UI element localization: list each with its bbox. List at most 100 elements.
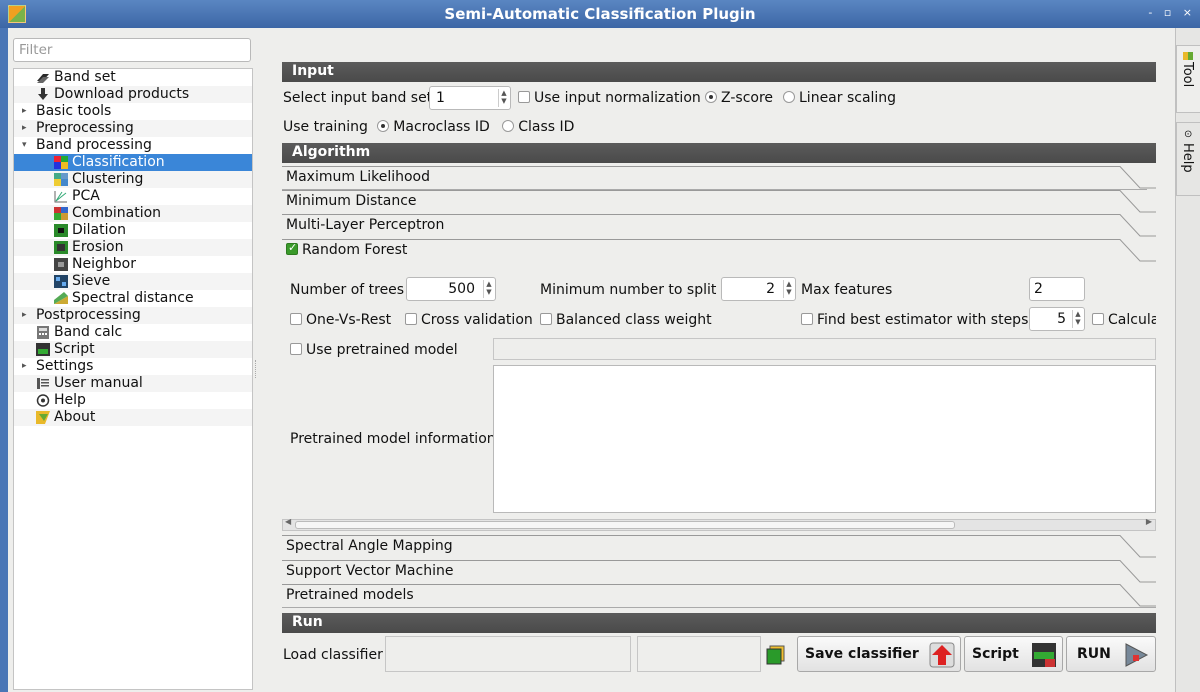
input-normalization-label: Use input normalization [534, 90, 701, 106]
help-icon [36, 394, 50, 407]
spin-arrows-icon[interactable]: ▲ ▼ [1072, 310, 1083, 328]
clustering-icon [54, 173, 68, 186]
pretrained-info-textarea[interactable] [493, 365, 1156, 513]
sidebar-item-download-products[interactable]: Download products [14, 86, 252, 103]
spin-arrows-icon[interactable]: ▲ ▼ [483, 280, 494, 298]
scrollbar-thumb[interactable] [295, 521, 955, 529]
run-section-header: Run [282, 613, 1156, 633]
script-icon [36, 343, 50, 356]
window-left-strip [0, 28, 8, 692]
sieve-icon [54, 275, 68, 288]
tab-minimum-distance[interactable]: Minimum Distance [282, 190, 1156, 214]
pretrained-model-path[interactable] [493, 338, 1156, 360]
max-features-input[interactable]: 2 [1029, 277, 1085, 301]
right-dock: Tool ⊙ Help [1175, 28, 1200, 692]
use-pretrained-checkbox[interactable] [290, 343, 302, 355]
sidebar-item-user-manual[interactable]: User manual [14, 375, 252, 392]
help-tab-icon: ⊙ [1184, 129, 1193, 140]
cross-validation-checkbox[interactable] [405, 313, 417, 325]
window-titlebar: Semi-Automatic Classification Plugin - ▫… [0, 0, 1200, 28]
sidebar-item-neighbor[interactable]: Neighbor [14, 256, 252, 273]
load-classifier-path[interactable] [385, 636, 631, 672]
zscore-radio[interactable] [705, 91, 717, 103]
zscore-label: Z-score [721, 90, 774, 106]
expand-arrow-icon[interactable]: ▸ [22, 307, 27, 324]
min-split-spinbox[interactable]: 2 ▲ ▼ [721, 277, 796, 301]
best-estimator-checkbox[interactable] [801, 313, 813, 325]
macroclass-radio[interactable] [377, 120, 390, 132]
best-estimator-label: Find best estimator with steps [817, 312, 1029, 328]
pretrained-info-label: Pretrained model information [290, 431, 496, 447]
window-controls[interactable]: - ▫ × [1148, 6, 1196, 19]
classid-label: Class ID [518, 119, 575, 135]
tab-maximum-likelihood[interactable]: Maximum Likelihood [282, 166, 1156, 190]
calculate-checkbox[interactable] [1092, 313, 1104, 325]
spin-arrows-icon[interactable]: ▲ ▼ [498, 89, 509, 107]
collapse-arrow-icon[interactable]: ▾ [22, 137, 27, 154]
sidebar-item-help[interactable]: Help [14, 392, 252, 409]
sidebar-item-band-calc[interactable]: Band calc [14, 324, 252, 341]
tool-tab-icon [1183, 52, 1193, 60]
linear-scaling-radio[interactable] [783, 91, 795, 103]
sidebar-item-classification[interactable]: Classification [14, 154, 252, 171]
manual-icon [37, 378, 49, 389]
sidebar-item-clustering[interactable]: Clustering [14, 171, 252, 188]
scroll-left-icon[interactable]: ◀ [285, 517, 291, 526]
tab-help[interactable]: ⊙ Help [1176, 122, 1200, 196]
expand-arrow-icon[interactable]: ▸ [22, 120, 27, 137]
sidebar-item-spectral-distance[interactable]: Spectral distance [14, 290, 252, 307]
horizontal-scrollbar[interactable]: ◀ ▶ [282, 517, 1156, 531]
tab-support-vector-machine[interactable]: Support Vector Machine [282, 560, 1156, 584]
balanced-weight-checkbox[interactable] [540, 313, 552, 325]
one-vs-rest-checkbox[interactable] [290, 313, 302, 325]
classifier-info-field [637, 636, 761, 672]
load-classifier-label: Load classifier [283, 647, 383, 663]
load-classifier-icon[interactable] [766, 645, 786, 665]
sidebar-item-basic-tools[interactable]: ▸ Basic tools [14, 103, 252, 120]
sidebar-item-script[interactable]: Script [14, 341, 252, 358]
best-estimator-spinbox[interactable]: 5 ▲ ▼ [1029, 307, 1085, 331]
expand-arrow-icon[interactable]: ▸ [22, 358, 27, 375]
algorithm-section-header: Algorithm [282, 143, 1156, 163]
classid-radio[interactable] [502, 120, 515, 132]
band-set-icon [37, 74, 49, 83]
panel-splitter[interactable] [255, 360, 259, 378]
calculator-icon [37, 326, 49, 339]
balanced-weight-label: Balanced class weight [556, 312, 712, 328]
save-classifier-button[interactable]: Save classifier [797, 636, 961, 672]
sidebar-item-band-processing[interactable]: ▾ Band processing [14, 137, 252, 154]
band-set-spinbox[interactable]: 1 ▲ ▼ [429, 86, 511, 110]
spin-arrows-icon[interactable]: ▲ ▼ [783, 280, 794, 298]
sidebar-item-erosion[interactable]: Erosion [14, 239, 252, 256]
sidebar-item-settings[interactable]: ▸ Settings [14, 358, 252, 375]
save-upload-icon [929, 642, 955, 668]
script-button[interactable]: Script [964, 636, 1063, 672]
trees-spinbox[interactable]: 500 ▲ ▼ [406, 277, 496, 301]
run-button[interactable]: RUN [1066, 636, 1156, 672]
sidebar-item-sieve[interactable]: Sieve [14, 273, 252, 290]
erosion-icon [54, 241, 68, 254]
tab-pretrained-models[interactable]: Pretrained models [282, 584, 1156, 608]
tab-tool[interactable]: Tool [1176, 45, 1200, 113]
sidebar-item-preprocessing[interactable]: ▸ Preprocessing [14, 120, 252, 137]
about-icon [36, 411, 50, 424]
input-normalization-checkbox[interactable] [518, 91, 530, 103]
sidebar-item-combination[interactable]: Combination [14, 205, 252, 222]
min-split-label: Minimum number to split [540, 282, 717, 298]
sidebar-item-dilation[interactable]: Dilation [14, 222, 252, 239]
classification-icon [54, 156, 68, 169]
tab-multi-layer-perceptron[interactable]: Multi-Layer Perceptron [282, 214, 1156, 238]
sidebar-item-pca[interactable]: PCA [14, 188, 252, 205]
use-training-label: Use training [283, 119, 368, 135]
calculate-label: Calcula [1108, 312, 1156, 328]
sidebar-item-postprocessing[interactable]: ▸ Postprocessing [14, 307, 252, 324]
sidebar-item-band-set[interactable]: Band set [14, 69, 252, 86]
tab-spectral-angle-mapping[interactable]: Spectral Angle Mapping [282, 535, 1156, 559]
expand-arrow-icon[interactable]: ▸ [22, 103, 27, 120]
tab-random-forest[interactable]: Random Forest [282, 239, 1156, 263]
filter-input[interactable]: Filter [13, 38, 251, 62]
sidebar-item-about[interactable]: About [14, 409, 252, 426]
input-section-header: Input [282, 62, 1156, 82]
scroll-right-icon[interactable]: ▶ [1146, 517, 1152, 526]
combination-icon [54, 207, 68, 220]
